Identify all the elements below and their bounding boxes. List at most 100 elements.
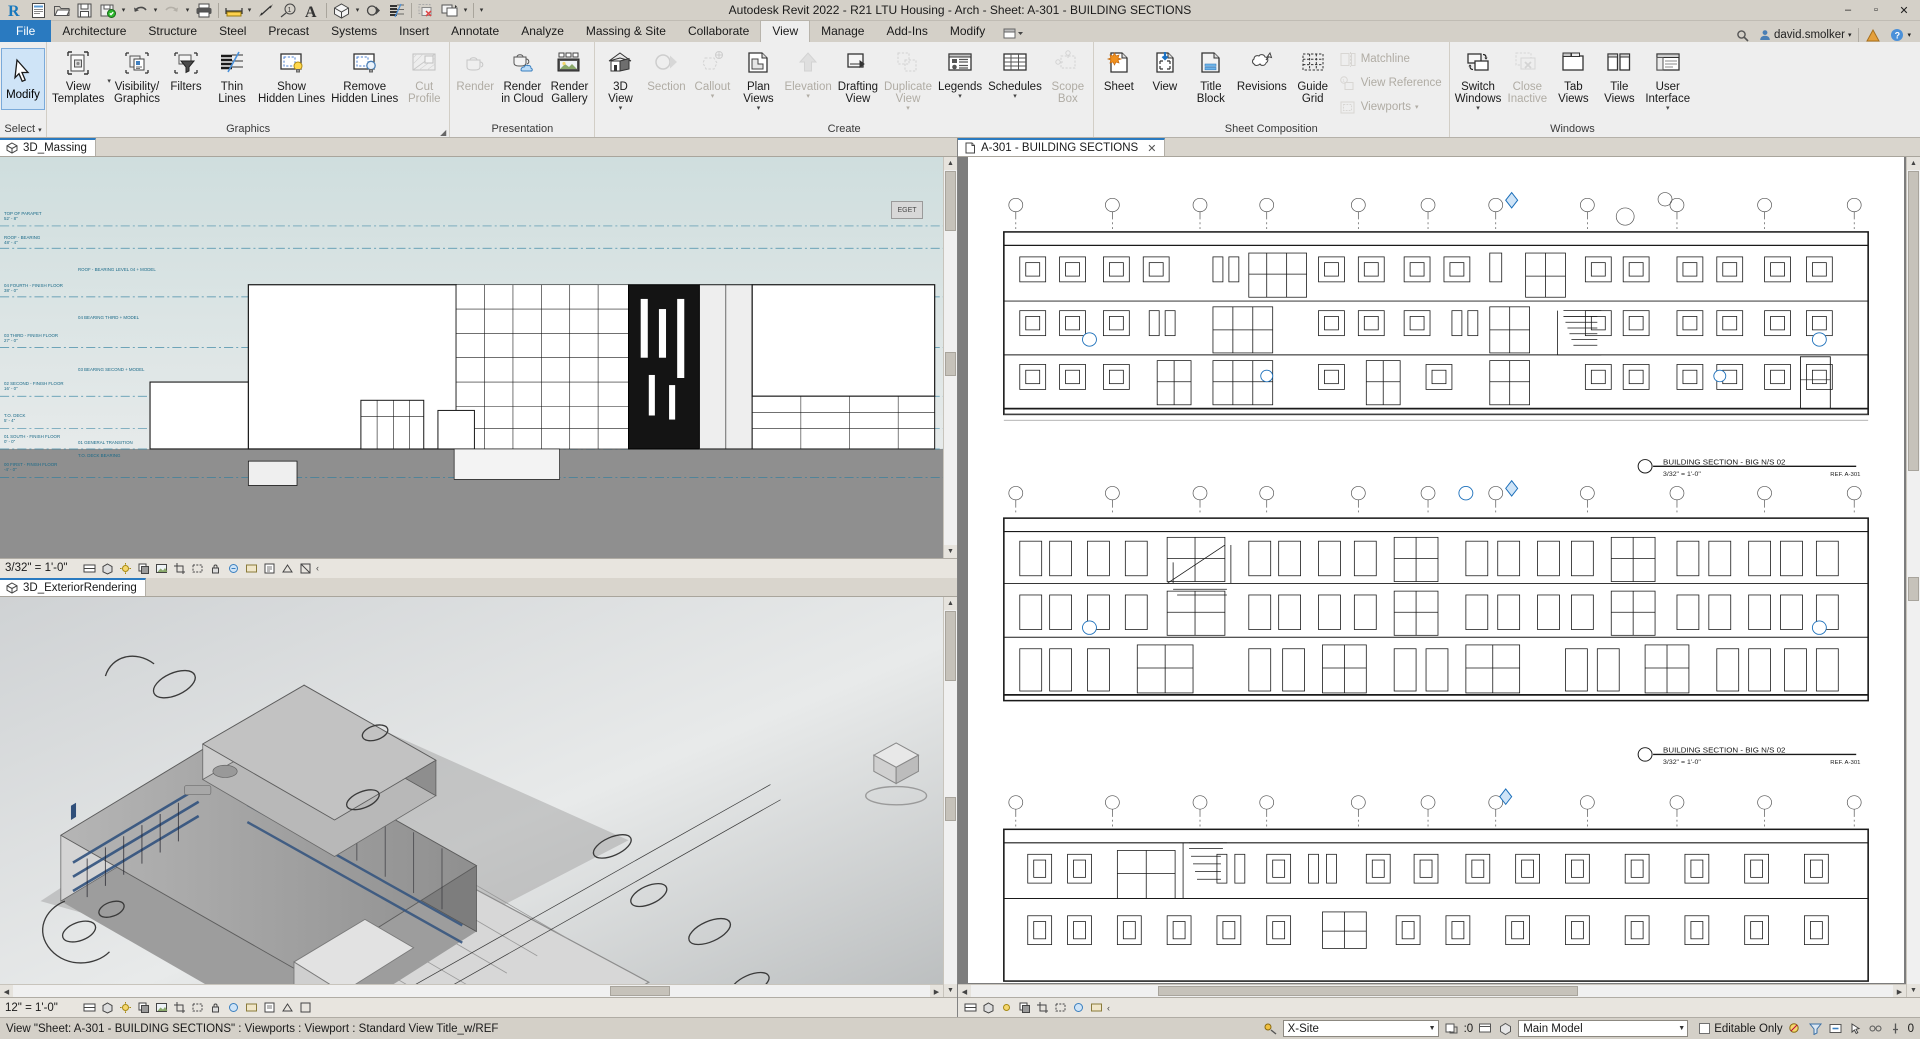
measure-dropdown-icon[interactable]: ▾ bbox=[245, 1, 254, 20]
exclude-options-icon[interactable] bbox=[1788, 1021, 1803, 1036]
visual-style-icon[interactable] bbox=[100, 561, 115, 576]
chevron-down-icon[interactable]: ▼ bbox=[1425, 1025, 1436, 1032]
close-hidden-windows-icon[interactable] bbox=[415, 1, 438, 20]
visibility-graphics-button[interactable]: Visibility/ Graphics bbox=[111, 45, 163, 107]
selection-link-icon[interactable] bbox=[1868, 1021, 1883, 1036]
section-icon[interactable] bbox=[362, 1, 385, 20]
scroll-thumb-vertical[interactable] bbox=[1908, 171, 1919, 471]
tab-insert[interactable]: Insert bbox=[388, 21, 440, 42]
scroll-left-icon[interactable]: ◀ bbox=[0, 985, 13, 997]
analytical-model-icon[interactable] bbox=[280, 561, 295, 576]
undo-dropdown-icon[interactable]: ▾ bbox=[151, 1, 160, 20]
navigation-handle[interactable] bbox=[1908, 577, 1919, 601]
ribbon-panels[interactable]: Modify Select ▾ View Templates ▾ bbox=[0, 42, 1920, 138]
sun-path-icon[interactable] bbox=[999, 1000, 1014, 1015]
scroll-right-icon[interactable]: ▶ bbox=[930, 985, 943, 997]
filter-selection-icon[interactable] bbox=[1808, 1021, 1823, 1036]
show-hidden-lines-button[interactable]: Show Hidden Lines bbox=[255, 45, 328, 107]
filter-icon[interactable] bbox=[1478, 1021, 1493, 1036]
switch-windows-caret-icon[interactable]: ▾ bbox=[1476, 106, 1480, 112]
modify-button[interactable]: Modify bbox=[1, 48, 45, 110]
revisions-button[interactable]: Revisions bbox=[1234, 45, 1290, 95]
remove-hidden-lines-button[interactable]: Remove Hidden Lines bbox=[328, 45, 401, 107]
shadows-icon[interactable] bbox=[1017, 1000, 1032, 1015]
save-icon[interactable] bbox=[73, 1, 96, 20]
scroll-thumb-vertical[interactable] bbox=[945, 171, 956, 231]
visual-style-icon[interactable] bbox=[100, 1000, 115, 1015]
schedules-caret-icon[interactable]: ▾ bbox=[1013, 94, 1017, 100]
filters-button[interactable]: Filters bbox=[163, 45, 209, 95]
editable-only-toggle[interactable]: Editable Only bbox=[1693, 1023, 1782, 1035]
tab-precast[interactable]: Precast bbox=[257, 21, 320, 42]
render-gallery-button[interactable]: Render Gallery bbox=[546, 45, 592, 107]
view-tab-bar-exterior[interactable]: 3D_ExteriorRendering bbox=[0, 578, 957, 597]
tab-systems[interactable]: Systems bbox=[320, 21, 388, 42]
qat-customize-icon[interactable]: ▾ bbox=[477, 1, 486, 20]
chevron-down-icon[interactable]: ▼ bbox=[1674, 1025, 1685, 1032]
help-dropdown-icon[interactable]: ▾ bbox=[1907, 31, 1911, 39]
show-crop-icon[interactable] bbox=[190, 1000, 205, 1015]
viewport-sheet-a301[interactable]: BUILDING SECTION - BIG N/S 02 3/32" = 1'… bbox=[958, 157, 1920, 997]
sheet-button[interactable]: Sheet bbox=[1096, 45, 1142, 95]
user-account[interactable]: david.smolker ▾ bbox=[1756, 29, 1854, 41]
open-project-icon[interactable] bbox=[50, 1, 73, 20]
legends-caret-icon[interactable]: ▾ bbox=[958, 94, 962, 100]
3d-view-button[interactable]: 3D View ▾ bbox=[597, 45, 643, 114]
massing-vertical-scrollbar[interactable]: ▲ ▼ bbox=[943, 157, 957, 558]
tab-modify[interactable]: Modify bbox=[939, 21, 996, 42]
constraints-icon[interactable] bbox=[298, 561, 313, 576]
sun-path-icon[interactable] bbox=[118, 1000, 133, 1015]
sun-path-icon[interactable] bbox=[118, 561, 133, 576]
guide-grid-button[interactable]: Guide Grid bbox=[1290, 45, 1336, 107]
view-templates-button[interactable]: View Templates bbox=[49, 45, 107, 107]
sheet-horizontal-scrollbar[interactable]: ◀ ▶ bbox=[958, 984, 1906, 997]
plan-views-button[interactable]: Plan Views ▾ bbox=[735, 45, 781, 114]
tag-icon[interactable]: 1 bbox=[277, 1, 300, 20]
tile-views-button[interactable]: Tile Views bbox=[1596, 45, 1642, 107]
view-control-bar-sheet[interactable]: ‹ bbox=[958, 997, 1920, 1017]
sync-dropdown-icon[interactable]: ▾ bbox=[119, 1, 128, 20]
view-tab-bar-sheet[interactable]: A-301 - BUILDING SECTIONS ✕ bbox=[958, 138, 1920, 157]
detail-level-icon[interactable] bbox=[963, 1000, 978, 1015]
tab-massing-site[interactable]: Massing & Site bbox=[575, 21, 677, 42]
scroll-left-icon[interactable]: ◀ bbox=[958, 985, 971, 997]
crop-view-icon[interactable] bbox=[1035, 1000, 1050, 1015]
crop-view-icon[interactable] bbox=[172, 1000, 187, 1015]
scroll-thumb-vertical[interactable] bbox=[945, 611, 956, 681]
viewport-3d-exterior-rendering[interactable]: ▲ ▼ ◀ ▶ bbox=[0, 597, 957, 998]
shadows-icon[interactable] bbox=[136, 1000, 151, 1015]
autodesk-apps-icon[interactable] bbox=[1863, 29, 1883, 42]
scroll-up-icon[interactable]: ▲ bbox=[944, 157, 957, 170]
switch-windows-button[interactable]: Switch Windows ▾ bbox=[1452, 45, 1505, 114]
3d-view-dropdown-icon[interactable]: ▾ bbox=[353, 1, 362, 20]
constraints-icon[interactable] bbox=[298, 1000, 313, 1015]
scroll-up-icon[interactable]: ▲ bbox=[1907, 157, 1920, 170]
temporary-hide-isolate-icon[interactable] bbox=[226, 1000, 241, 1015]
temporary-view-properties-icon[interactable] bbox=[262, 561, 277, 576]
drafting-view-button[interactable]: Drafting View bbox=[835, 45, 881, 107]
thin-lines-button[interactable]: Thin Lines bbox=[209, 45, 255, 107]
minimize-button[interactable]: – bbox=[1834, 0, 1862, 20]
editable-only-checkbox[interactable] bbox=[1699, 1023, 1710, 1034]
view-scale-exterior[interactable]: 12" = 1'-0" bbox=[5, 1002, 79, 1014]
tab-annotate[interactable]: Annotate bbox=[440, 21, 510, 42]
view-control-bar-massing[interactable]: 3/32" = 1'-0" ‹ bbox=[0, 558, 957, 578]
search-box[interactable] bbox=[1733, 29, 1752, 42]
temporary-hide-isolate-icon[interactable] bbox=[1071, 1000, 1086, 1015]
schedules-button[interactable]: Schedules ▾ bbox=[985, 45, 1045, 102]
close-tab-icon[interactable]: ✕ bbox=[1147, 142, 1156, 155]
temporary-view-properties-icon[interactable] bbox=[262, 1000, 277, 1015]
graphics-panel-expander-icon[interactable]: ◢ bbox=[440, 125, 446, 140]
tab-collaborate[interactable]: Collaborate bbox=[677, 21, 760, 42]
temporary-hide-isolate-icon[interactable] bbox=[226, 561, 241, 576]
3d-view-caret-icon[interactable]: ▾ bbox=[619, 106, 623, 112]
close-button[interactable]: ✕ bbox=[1890, 0, 1918, 20]
detail-level-icon[interactable] bbox=[82, 1000, 97, 1015]
view-control-overflow-sheet[interactable]: ‹ bbox=[1107, 1003, 1110, 1013]
print-icon[interactable] bbox=[192, 1, 215, 20]
view-cube[interactable]: EGET bbox=[891, 201, 923, 219]
view-tab-bar-massing[interactable]: 3D_Massing bbox=[0, 138, 957, 157]
user-dropdown-icon[interactable]: ▾ bbox=[1848, 31, 1852, 39]
maximize-button[interactable]: ▫ bbox=[1862, 0, 1890, 20]
exterior-vertical-scrollbar[interactable]: ▲ ▼ bbox=[943, 597, 957, 998]
